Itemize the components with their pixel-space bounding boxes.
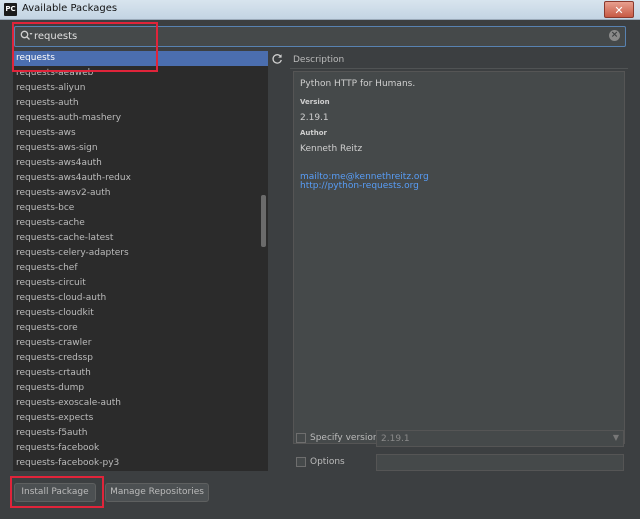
available-packages-dialog: requests × requests requests-aeaweb reques… [0,20,640,519]
package-list-item[interactable]: requests-aliyun [13,81,268,96]
package-list-scrollbar[interactable] [261,195,266,247]
version-dropdown-value: 2.19.1 [381,434,410,444]
chevron-down-icon: ▼ [612,433,619,442]
package-list-item[interactable]: requests-crawler [13,336,268,351]
package-list-item[interactable]: requests-exoscale-auth [13,396,268,411]
description-panel: Description Python HTTP for Humans. Vers… [290,51,628,445]
close-icon[interactable]: ✕ [604,1,634,18]
annotation-box-search [12,22,158,72]
package-list-item[interactable]: requests-expects [13,411,268,426]
package-list-item[interactable]: requests-cloud-auth [13,291,268,306]
description-divider [290,68,628,69]
specify-version-checkbox[interactable] [296,433,306,443]
package-list-item[interactable]: requests-cache-latest [13,231,268,246]
package-list-item[interactable]: requests-auth [13,96,268,111]
description-title: Description [293,55,345,65]
package-list-item[interactable]: requests-dump [13,381,268,396]
specify-version-label: Specify version [310,433,379,443]
options-label: Options [310,457,345,467]
version-heading: Version [300,98,330,106]
package-summary: Python HTTP for Humans. [300,79,416,89]
options-checkbox[interactable] [296,457,306,467]
version-dropdown[interactable]: 2.19.1 ▼ [376,430,624,447]
package-list-item[interactable]: requests-f5auth [13,426,268,441]
package-list-item[interactable]: requests-facebook-py3 [13,456,268,471]
package-list-item[interactable]: requests-credssp [13,351,268,366]
package-list-item[interactable]: requests-celery-adapters [13,246,268,261]
package-list-item[interactable]: requests-aws4auth [13,156,268,171]
project-homepage-link[interactable]: http://python-requests.org [300,181,419,191]
package-list-item[interactable]: requests-aws-sign [13,141,268,156]
package-list-item[interactable]: requests-facebook [13,441,268,456]
version-value: 2.19.1 [300,113,329,123]
package-list-item[interactable]: requests-aws4auth-redux [13,171,268,186]
options-row: Options [294,454,628,472]
package-list[interactable]: requests requests-aeaweb requests-aliyun re… [13,51,268,471]
author-heading: Author [300,129,327,137]
manage-repositories-button[interactable]: Manage Repositories [105,483,209,502]
specify-version-row: Specify version 2.19.1 ▼ [294,430,628,448]
window-titlebar: PC Available Packages ✕ [0,0,640,20]
package-list-item[interactable]: requests-circuit [13,276,268,291]
options-input[interactable] [376,454,624,471]
pycharm-app-icon: PC [4,3,17,16]
package-list-item[interactable]: requests-chef [13,261,268,276]
manage-repositories-label: Manage Repositories [110,487,204,497]
package-list-item[interactable]: requests-auth-mashery [13,111,268,126]
package-list-item[interactable]: requests-cloudkit [13,306,268,321]
package-list-item[interactable]: requests-awsv2-auth [13,186,268,201]
package-list-item[interactable]: requests-cache [13,216,268,231]
description-body: Python HTTP for Humans. Version 2.19.1 A… [293,71,625,444]
package-list-item[interactable]: requests-core [13,321,268,336]
author-value: Kenneth Reitz [300,144,363,154]
package-list-item[interactable]: requests-bce [13,201,268,216]
annotation-box-install [10,476,104,508]
package-list-item[interactable]: requests-crtauth [13,366,268,381]
reload-icon[interactable] [271,53,283,68]
clear-icon[interactable]: × [609,30,620,41]
package-list-item[interactable]: requests-aws [13,126,268,141]
window-title: Available Packages [22,3,118,14]
